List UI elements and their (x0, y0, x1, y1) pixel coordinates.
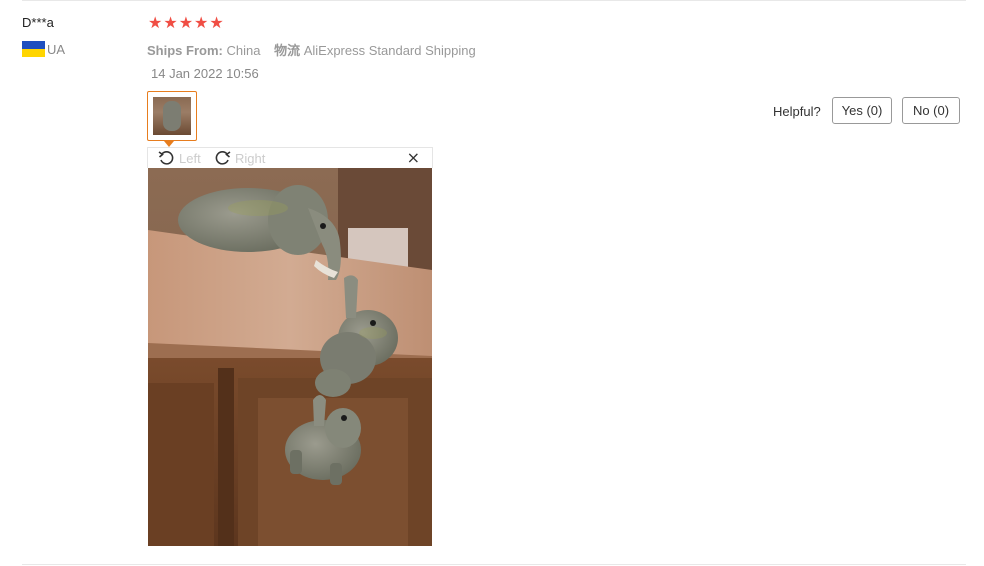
shipping-info: Ships From: China 物流 AliExpress Standard… (147, 40, 476, 59)
ships-from-value: China (226, 43, 261, 58)
reviewer-name: D***a (22, 15, 54, 30)
thumbnail-image (153, 97, 191, 135)
helpful-yes-button[interactable]: Yes (0) (832, 97, 892, 124)
helpful-no-button[interactable]: No (0) (902, 97, 960, 124)
rotate-left-label: Left (179, 150, 201, 166)
rotate-right-label: Right (235, 150, 266, 166)
review-divider-top (22, 0, 966, 1)
review-divider-bottom (22, 564, 966, 565)
ships-from-label: Ships From: (147, 43, 223, 58)
review-photo-large (148, 168, 432, 546)
review-date: 14 Jan 2022 10:56 (151, 66, 259, 81)
star-icon: ★ (209, 13, 224, 32)
star-icon: ★ (148, 13, 163, 32)
close-icon[interactable]: × (407, 148, 420, 168)
helpful-label: Helpful? (773, 104, 821, 119)
rotate-right-button[interactable]: Right (214, 150, 265, 166)
logistics-value: AliExpress Standard Shipping (303, 43, 476, 58)
logistics-label: 物流 (274, 43, 301, 58)
photo-viewer-toolbar: Left Right × (147, 147, 433, 168)
rotate-left-button[interactable]: Left (158, 150, 201, 166)
review-photo-thumbnail[interactable] (147, 91, 197, 141)
rotate-left-icon (158, 151, 174, 165)
star-icon: ★ (163, 13, 178, 32)
country-code: UA (47, 41, 66, 57)
ukraine-flag-icon (22, 41, 45, 57)
star-icon: ★ (194, 13, 209, 32)
star-rating: ★ ★ ★ ★ ★ (148, 14, 224, 32)
star-icon: ★ (178, 13, 194, 32)
elephant-figurine-photo (148, 168, 432, 546)
reviewer-country: UA (22, 41, 65, 57)
rotate-right-icon (215, 151, 231, 165)
